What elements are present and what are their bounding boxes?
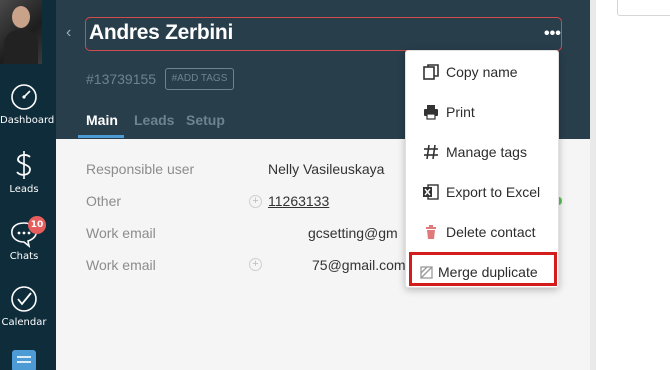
field-label-responsible-user: Responsible user: [86, 161, 195, 177]
more-options-icon[interactable]: •••: [544, 25, 561, 43]
excel-icon: [423, 184, 439, 200]
merge-duplicate-highlight: [409, 252, 557, 286]
menu-label: Export to Excel: [446, 184, 541, 200]
nav-item-lists[interactable]: [0, 348, 48, 370]
nav-item-calendar[interactable]: Calendar: [0, 284, 48, 328]
nav-item-leads[interactable]: Leads: [0, 149, 48, 195]
check-circle-icon: [11, 286, 37, 312]
nav-label-dashboard: Dashboard: [0, 115, 55, 126]
tab-main[interactable]: Main: [86, 112, 118, 128]
nav-label-chats: Chats: [9, 251, 39, 262]
other-value[interactable]: 11263133: [268, 193, 329, 209]
field-label-other: Other: [86, 193, 122, 209]
dashboard-icon: [11, 84, 37, 110]
back-chevron-icon[interactable]: ‹: [66, 24, 71, 42]
contact-id: #13739155: [86, 71, 157, 87]
tab-leads[interactable]: Leads: [134, 112, 174, 128]
responsible-user-value[interactable]: Nelly Vasileuskaya: [268, 161, 384, 177]
dollar-icon: [16, 151, 31, 179]
nav-label-leads: Leads: [9, 184, 39, 195]
menu-item-export-excel[interactable]: Export to Excel: [406, 173, 558, 209]
menu-item-copy-name[interactable]: Copy name: [406, 53, 558, 89]
field-label-work-email-2: Work email: [86, 257, 156, 273]
user-avatar[interactable]: [0, 0, 42, 64]
work-email-value[interactable]: gcsetting@gm: [308, 225, 398, 241]
menu-label: Copy name: [446, 64, 518, 80]
printer-icon: [424, 105, 438, 120]
left-nav: Dashboard Leads Chats 10 Calendar: [0, 0, 56, 370]
list-icon: [12, 350, 36, 370]
avatar-body: [4, 30, 38, 64]
avatar-face: [12, 6, 30, 28]
menu-item-print[interactable]: Print: [406, 93, 558, 129]
trash-icon: [426, 225, 436, 239]
active-tab-indicator: [78, 135, 124, 138]
nav-label-calendar: Calendar: [1, 317, 47, 328]
menu-label: Manage tags: [446, 144, 527, 160]
menu-item-delete-contact[interactable]: Delete contact: [406, 213, 558, 249]
add-field-icon[interactable]: +: [249, 258, 262, 271]
work-email-value-2[interactable]: 75@gmail.com: [312, 257, 406, 273]
nav-item-dashboard[interactable]: Dashboard: [0, 82, 55, 126]
tab-setup[interactable]: Setup: [186, 112, 225, 128]
menu-label: Delete contact: [446, 224, 536, 240]
contact-name: Andres Zerbini: [89, 21, 233, 44]
add-field-icon[interactable]: +: [249, 195, 262, 208]
panel-divider: [590, 0, 596, 370]
nav-item-chats[interactable]: Chats 10: [0, 216, 48, 262]
menu-label: Print: [446, 104, 475, 120]
chats-badge: 10: [28, 216, 46, 234]
copy-icon: [423, 64, 439, 80]
right-panel-input[interactable]: [617, 0, 670, 16]
add-tags-button[interactable]: #ADD TAGS: [165, 68, 234, 90]
hash-icon: [424, 144, 438, 160]
field-label-work-email: Work email: [86, 225, 156, 241]
menu-item-manage-tags[interactable]: Manage tags: [406, 133, 558, 169]
